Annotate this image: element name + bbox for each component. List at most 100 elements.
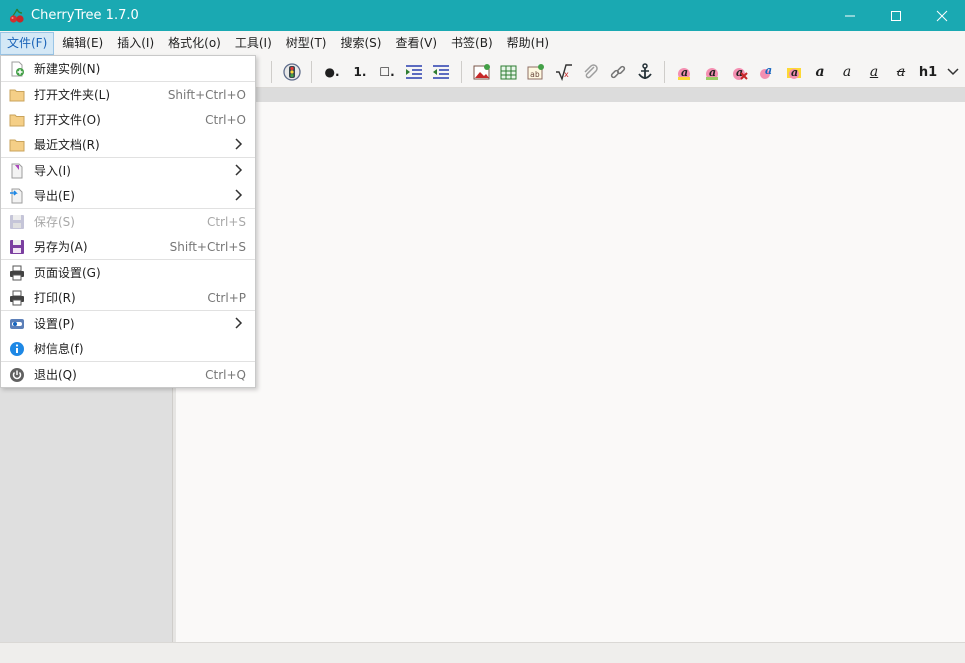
menu-shortcut: Shift+Ctrl+S <box>169 239 246 254</box>
image-icon <box>473 64 490 80</box>
strikethrough-button[interactable]: a <box>891 62 911 82</box>
menu-shortcut: Ctrl+P <box>207 290 246 305</box>
highlight-button[interactable]: a <box>784 62 804 82</box>
clear-formatting-button[interactable]: a <box>729 62 749 82</box>
menu-item-label: 打印(R) <box>34 291 76 305</box>
menu-view[interactable]: 查看(V) <box>389 32 443 55</box>
power-icon <box>10 367 24 382</box>
indent-button[interactable] <box>404 62 424 82</box>
svg-text:a: a <box>681 66 688 79</box>
menu-item-recent-docs[interactable]: 最近文档(R) <box>1 132 255 157</box>
export-icon <box>10 188 23 203</box>
menu-item-label: 页面设置(G) <box>34 266 101 280</box>
insert-table-button[interactable] <box>499 62 519 82</box>
bold-button[interactable]: a <box>810 62 830 82</box>
file-menu-dropdown: 新建实例(N) 打开文件夹(L) Shift+Ctrl+O 打开文件(O) Ct… <box>0 55 256 388</box>
toolbar-separator <box>311 61 312 83</box>
menu-tree[interactable]: 树型(T) <box>280 32 333 55</box>
menu-edit[interactable]: 编辑(E) <box>56 32 109 55</box>
maximize-button[interactable] <box>873 0 919 31</box>
unindent-button[interactable] <box>431 62 451 82</box>
menu-item-label: 打开文件(O) <box>34 113 101 127</box>
folder-icon <box>9 114 25 126</box>
menu-item-print[interactable]: 打印(R) Ctrl+P <box>1 285 255 310</box>
svg-text:a: a <box>791 66 798 79</box>
title-bar: CherryTree 1.7.0 <box>0 0 965 31</box>
insert-latex-button[interactable]: x <box>554 62 574 82</box>
underline-button[interactable]: a <box>864 62 884 82</box>
menu-shortcut: Ctrl+O <box>205 112 246 127</box>
menu-item-label: 打开文件夹(L) <box>34 88 111 102</box>
menu-insert[interactable]: 插入(I) <box>111 32 160 55</box>
close-button[interactable] <box>919 0 965 31</box>
chevron-right-icon <box>235 317 243 329</box>
table-icon <box>500 65 517 80</box>
anchor-icon <box>638 63 652 79</box>
minimize-button[interactable] <box>827 0 873 31</box>
info-icon <box>10 341 24 356</box>
menu-file[interactable]: 文件(F) <box>0 32 55 55</box>
bullet-list-button[interactable]: ●. <box>322 62 342 82</box>
menu-search[interactable]: 搜索(S) <box>334 32 387 55</box>
menu-bookmarks[interactable]: 书签(B) <box>445 32 499 55</box>
text-color-foreground-button[interactable]: a <box>674 62 694 82</box>
maximize-icon <box>891 10 901 21</box>
menu-format[interactable]: 格式化(o) <box>162 32 227 55</box>
menu-item-open-folder[interactable]: 打开文件夹(L) Shift+Ctrl+O <box>1 82 255 107</box>
clear-format-icon: a <box>733 66 748 80</box>
codebox-icon: ab <box>527 64 544 80</box>
menu-shortcut: Shift+Ctrl+O <box>167 87 246 102</box>
insert-chain-link-button[interactable] <box>608 62 628 82</box>
printer-icon <box>10 290 24 305</box>
menu-help[interactable]: 帮助(H) <box>501 32 555 55</box>
menu-item-save[interactable]: 保存(S) Ctrl+S <box>1 209 255 234</box>
window-title: CherryTree 1.7.0 <box>31 8 139 23</box>
menu-item-label: 最近文档(R) <box>34 138 100 152</box>
menu-item-tree-info[interactable]: 树信息(f) <box>1 336 255 361</box>
toolbar-separator <box>461 61 462 83</box>
svg-text:a: a <box>765 64 772 77</box>
menu-item-save-as[interactable]: 另存为(A) Shift+Ctrl+S <box>1 234 255 259</box>
close-icon <box>936 10 948 21</box>
menu-item-preferences[interactable]: 设置(P) <box>1 311 255 336</box>
numbered-list-button[interactable]: 1. <box>350 62 370 82</box>
todo-list-button[interactable]: ☐. <box>377 62 397 82</box>
insert-codebox-button[interactable]: ab <box>526 62 546 82</box>
menu-item-new-instance[interactable]: 新建实例(N) <box>1 56 255 81</box>
paperclip-icon <box>584 64 598 79</box>
chevron-right-icon <box>235 138 243 150</box>
save-icon <box>10 214 24 229</box>
toolbar-separator <box>664 61 665 83</box>
unindent-icon <box>433 65 449 79</box>
text-editor[interactable] <box>176 102 965 642</box>
folder-icon <box>9 89 25 101</box>
settings-icon <box>10 318 24 329</box>
insert-link-button[interactable] <box>581 62 601 82</box>
folder-icon <box>9 139 25 151</box>
menu-item-import[interactable]: 导入(I) <box>1 158 255 183</box>
background-color-icon: a <box>706 66 718 80</box>
text-color-background-button[interactable]: a <box>702 62 722 82</box>
minimize-icon <box>845 15 855 16</box>
node-header-strip <box>255 88 965 102</box>
menu-item-export[interactable]: 导出(E) <box>1 183 255 208</box>
toolbar-overflow-button[interactable] <box>943 62 963 82</box>
heading1-button[interactable]: h1 <box>917 62 939 82</box>
new-instance-icon <box>11 61 24 76</box>
italic-button[interactable]: a <box>837 62 857 82</box>
indent-icon <box>406 65 422 79</box>
cherry-icon <box>9 8 24 23</box>
text-color-alt-button[interactable]: a <box>756 62 776 82</box>
menu-item-quit[interactable]: 退出(Q) Ctrl+Q <box>1 362 255 387</box>
menu-tools[interactable]: 工具(I) <box>229 32 278 55</box>
highlight-icon: a <box>787 66 801 79</box>
toolbar-spellcheck-button[interactable] <box>282 62 302 82</box>
menu-item-label: 设置(P) <box>34 317 75 331</box>
menu-item-open-file[interactable]: 打开文件(O) Ctrl+O <box>1 107 255 132</box>
menu-item-label: 保存(S) <box>34 215 75 229</box>
menu-item-label: 新建实例(N) <box>34 62 101 76</box>
insert-image-button[interactable] <box>472 62 492 82</box>
insert-anchor-button[interactable] <box>635 62 655 82</box>
printer-icon <box>10 265 24 280</box>
menu-item-page-setup[interactable]: 页面设置(G) <box>1 260 255 285</box>
